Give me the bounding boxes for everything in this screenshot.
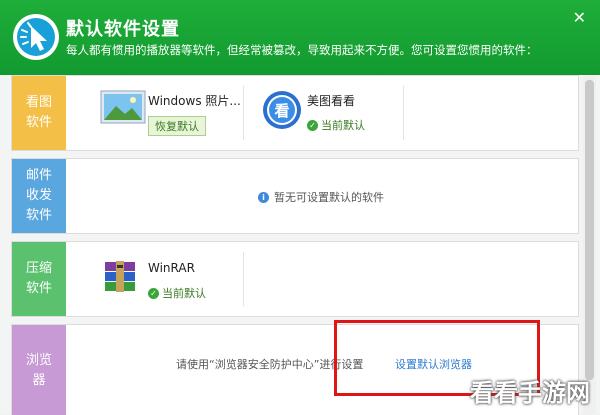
- category-card-mail: 邮件收发软件 i 暂无可设置默认的软件: [11, 158, 579, 234]
- scrollbar-thumb[interactable]: [585, 80, 594, 380]
- category-label-browser: 浏览器: [12, 325, 66, 415]
- header: 默认软件设置 每人都有惯用的播放器等软件，但经常被篡改，导致用起来不方便。您可设…: [0, 0, 600, 75]
- current-default-status: ✓ 当前默认: [307, 117, 365, 133]
- no-software-message: i 暂无可设置默认的软件: [258, 189, 384, 205]
- category-label-archive: 压缩软件: [12, 242, 66, 316]
- app-name: WinRAR: [148, 261, 195, 275]
- restore-default-button[interactable]: 恢复默认: [148, 116, 206, 136]
- page-subtitle: 每人都有惯用的播放器等软件，但经常被篡改，导致用起来不方便。您可设置您惯用的软件…: [66, 43, 538, 57]
- meitu-viewer-icon: 看: [263, 91, 301, 129]
- app-name: Windows 照片...: [148, 94, 241, 108]
- divider: [243, 86, 244, 140]
- check-icon: ✓: [148, 287, 159, 299]
- divider: [403, 86, 404, 140]
- category-label-mail: 邮件收发软件: [12, 159, 66, 233]
- divider: [243, 252, 244, 306]
- page-title: 默认软件设置: [66, 19, 180, 40]
- winrar-icon: [105, 261, 135, 292]
- category-card-image-viewer: 看图软件 Windows 照片... 恢复默认 看 美图看看 ✓ 当前默认: [11, 75, 579, 151]
- watermark: 看看手游网: [470, 379, 590, 407]
- close-icon[interactable]: ✕: [573, 8, 586, 27]
- app-name: 美图看看: [307, 94, 356, 108]
- current-default-status: ✓ 当前默认: [148, 285, 206, 301]
- svg-text:看: 看: [274, 102, 289, 120]
- category-card-archive: 压缩软件 WinRAR ✓ 当前默认: [11, 241, 579, 317]
- info-icon: i: [258, 191, 269, 203]
- cursor-click-icon: [13, 14, 59, 60]
- windows-photo-icon: [100, 90, 146, 124]
- category-label-image-viewer: 看图软件: [12, 76, 66, 150]
- check-icon: ✓: [307, 119, 318, 131]
